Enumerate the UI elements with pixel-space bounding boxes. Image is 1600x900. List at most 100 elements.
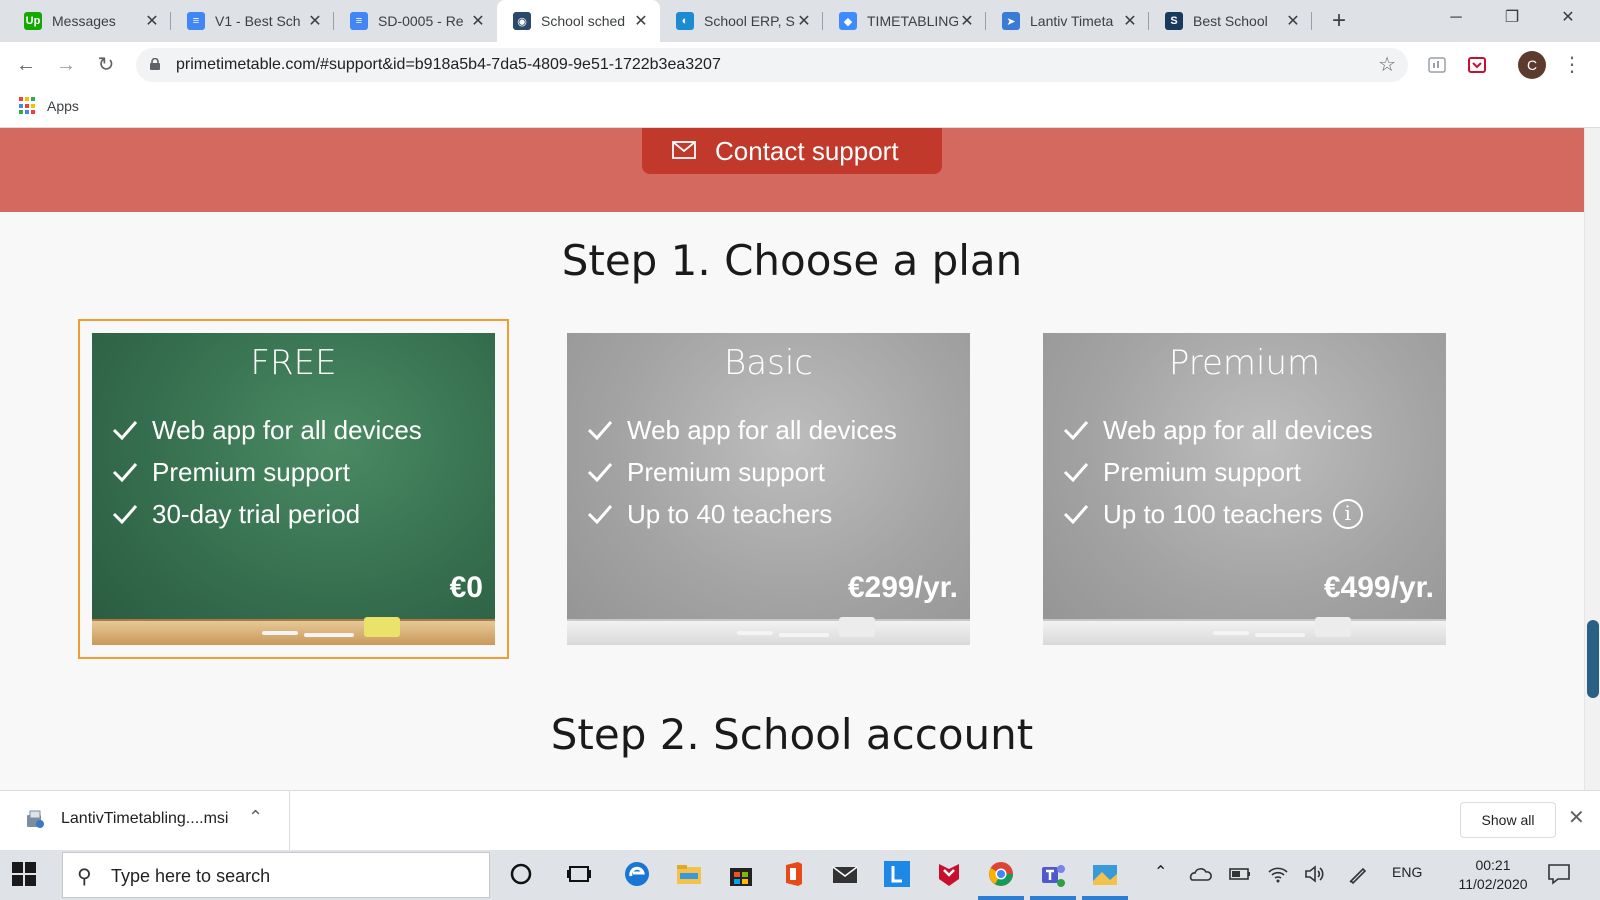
mcafee-icon[interactable]	[934, 859, 964, 889]
chalkboard-ledge	[92, 617, 495, 645]
restore-icon[interactable]: ❐	[1484, 0, 1540, 36]
close-icon[interactable]: ✕	[469, 11, 487, 31]
notifications-icon[interactable]	[1546, 862, 1572, 886]
close-icon[interactable]: ✕	[1284, 11, 1302, 31]
chalk-piece	[1213, 631, 1249, 635]
search-placeholder: Type here to search	[111, 866, 271, 886]
chalk-piece	[779, 633, 829, 637]
feature-text: Web app for all devices	[627, 415, 897, 445]
step1-title: Step 1. Choose a plan	[561, 236, 1023, 285]
tab-lantiv-timetabling[interactable]: ➤ Lantiv Timeta ✕	[986, 0, 1149, 42]
tab-title: SD-0005 - Re	[378, 13, 464, 29]
download-item[interactable]: LantivTimetabling....msi ⌃	[0, 791, 290, 851]
feature-item: Web app for all devices	[587, 409, 897, 451]
new-tab-button[interactable]: +	[1326, 8, 1352, 34]
tab-school-scheduling[interactable]: ◉ School sched ✕	[497, 0, 660, 42]
profile-avatar[interactable]: C	[1518, 51, 1546, 79]
feature-item: Up to 40 teachers	[587, 493, 897, 535]
file-explorer-icon[interactable]	[674, 859, 704, 889]
battery-icon[interactable]	[1228, 862, 1252, 886]
plan-card-free[interactable]: FREE Web app for all devices Premium sup…	[92, 333, 495, 645]
close-icon[interactable]: ✕	[1121, 11, 1139, 31]
plan-name: FREE	[250, 343, 337, 383]
tab-title: V1 - Best Sch	[215, 13, 301, 29]
menu-icon[interactable]: ⋮	[1562, 51, 1582, 79]
tab-title: Messages	[52, 13, 116, 29]
chevron-up-icon[interactable]: ⌃	[248, 807, 263, 828]
office-icon[interactable]	[778, 859, 808, 889]
forward-icon[interactable]: →	[52, 51, 80, 79]
page-scrollbar[interactable]	[1584, 128, 1600, 790]
download-file-name: LantivTimetabling....msi	[61, 810, 229, 827]
chrome-icon[interactable]	[986, 859, 1016, 889]
tab-best-school[interactable]: S Best School ✕	[1149, 0, 1312, 42]
scrollbar-thumb[interactable]	[1587, 620, 1599, 698]
cortana-icon[interactable]	[506, 859, 536, 889]
feature-item: Premium support	[587, 451, 897, 493]
close-icon[interactable]: ✕	[795, 11, 813, 31]
eraser-icon	[839, 617, 875, 637]
mcafee-extension-icon[interactable]	[1466, 54, 1488, 76]
microsoft-store-icon[interactable]	[726, 859, 756, 889]
checkmark-icon	[1063, 421, 1089, 440]
tab-title: Best School	[1193, 13, 1268, 29]
contact-support-button[interactable]: Contact support	[642, 128, 942, 174]
close-window-icon[interactable]: ✕	[1540, 0, 1596, 36]
download-bar: LantivTimetabling....msi ⌃ Show all ✕	[0, 790, 1600, 851]
reload-icon[interactable]: ↻	[92, 51, 120, 79]
volume-icon[interactable]	[1302, 862, 1326, 886]
extension-icon[interactable]	[1426, 54, 1448, 76]
close-icon[interactable]: ✕	[1568, 805, 1585, 830]
contact-support-label: Contact support	[715, 136, 899, 166]
address-bar[interactable]: primetimetable.com/#support&id=b918a5b4-…	[136, 48, 1408, 82]
windows-start-icon[interactable]	[12, 862, 36, 886]
search-icon: ⚲	[77, 866, 92, 888]
tab-school-erp[interactable]: ◐ School ERP, S ✕	[660, 0, 823, 42]
close-icon[interactable]: ✕	[306, 11, 324, 31]
plan-price: €0	[449, 571, 483, 604]
language-indicator[interactable]: ENG	[1392, 864, 1422, 880]
apps-grid-icon[interactable]	[19, 97, 37, 115]
show-all-button[interactable]: Show all	[1460, 802, 1556, 838]
chevron-up-icon[interactable]: ⌃	[1154, 862, 1167, 882]
feature-item: Premium support	[112, 451, 422, 493]
edge-icon[interactable]	[622, 859, 652, 889]
taskbar-search-box[interactable]: ⚲ Type here to search	[62, 852, 490, 898]
mail-icon[interactable]	[830, 859, 860, 889]
feature-item: Premium support	[1063, 451, 1373, 493]
plan-features: Web app for all devices Premium support …	[587, 409, 897, 535]
back-icon[interactable]: ←	[12, 51, 40, 79]
minimize-icon[interactable]: ─	[1428, 0, 1484, 36]
tab-strip: Up Messages ✕ ≡ V1 - Best Sch ✕ ≡ SD-000…	[0, 0, 1600, 42]
plan-price: €499/yr.	[1323, 571, 1434, 604]
system-clock[interactable]: 00:21 11/02/2020	[1450, 856, 1536, 894]
chalkboard-ledge	[567, 617, 970, 645]
task-view-icon[interactable]	[564, 859, 594, 889]
tab-v1-best-school[interactable]: ≡ V1 - Best Sch ✕	[171, 0, 334, 42]
teams-icon[interactable]	[1038, 859, 1068, 889]
feature-text: 30-day trial period	[152, 499, 361, 529]
plan-card-basic[interactable]: Basic Web app for all devices Premium su…	[567, 333, 970, 645]
tab-messages[interactable]: Up Messages ✕	[8, 0, 171, 42]
close-icon[interactable]: ✕	[958, 11, 976, 31]
close-icon[interactable]: ✕	[632, 11, 650, 31]
tab-timetabling[interactable]: ◆ TIMETABLING ✕	[823, 0, 986, 42]
docs-icon: ≡	[187, 12, 205, 30]
scribd-icon: S	[1165, 12, 1183, 30]
lantiv-app-icon[interactable]	[882, 859, 912, 889]
info-icon[interactable]: i	[1332, 499, 1363, 529]
url-text[interactable]: primetimetable.com/#support&id=b918a5b4-…	[176, 48, 721, 82]
wifi-icon[interactable]	[1266, 862, 1290, 886]
tab-title: TIMETABLING	[867, 13, 958, 29]
close-icon[interactable]: ✕	[143, 11, 161, 31]
onedrive-icon[interactable]	[1188, 862, 1212, 886]
bookmark-star-icon[interactable]: ☆	[1378, 48, 1396, 82]
pen-icon[interactable]	[1346, 862, 1370, 886]
photos-icon[interactable]	[1090, 859, 1120, 889]
feature-text: Premium support	[152, 457, 350, 487]
feature-text: Web app for all devices	[152, 415, 422, 445]
clock-date: 11/02/2020	[1458, 876, 1528, 892]
apps-bookmark[interactable]: Apps	[47, 96, 79, 116]
plan-card-premium[interactable]: Premium Web app for all devices Premium …	[1043, 333, 1446, 645]
tab-sd-0005[interactable]: ≡ SD-0005 - Re ✕	[334, 0, 497, 42]
